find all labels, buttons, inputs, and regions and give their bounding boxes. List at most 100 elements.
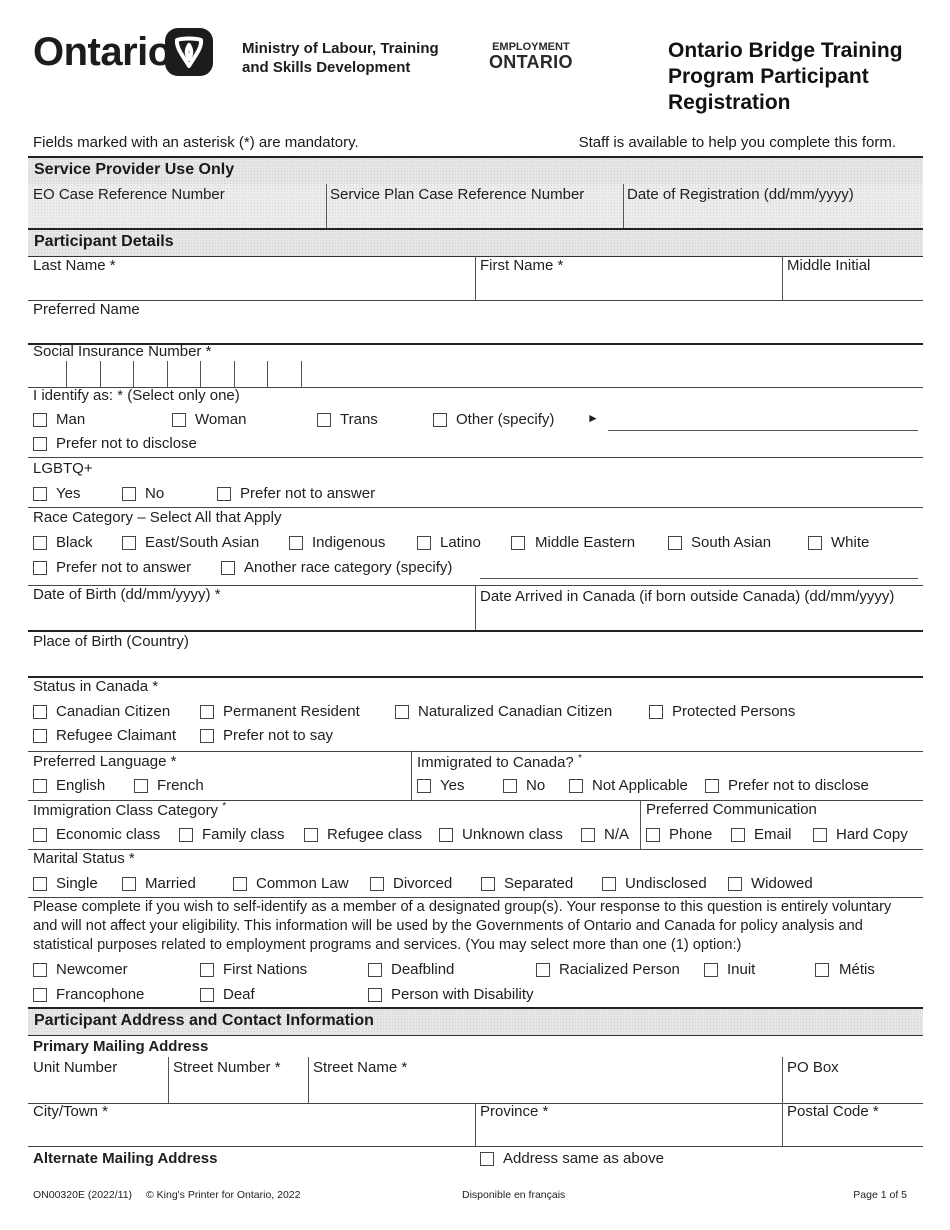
lgbtq-no-checkbox[interactable] (122, 487, 136, 501)
street-name-field[interactable]: Street Name * (308, 1057, 782, 1103)
marital-separated-checkbox[interactable] (481, 877, 495, 891)
marital-status-label: Marital Status * (33, 850, 135, 867)
title-line-3: Registration (668, 91, 791, 114)
status-prefer-not-checkbox[interactable] (200, 729, 214, 743)
marital-undisclosed-checkbox[interactable] (602, 877, 616, 891)
field-label: Last Name * (33, 257, 116, 274)
status-naturalized-checkbox[interactable] (395, 705, 409, 719)
preferred-name-field[interactable]: Preferred Name (28, 300, 923, 343)
identify-man-checkbox[interactable] (33, 413, 47, 427)
checkbox-label: Prefer not to answer (240, 485, 376, 502)
race-latino-checkbox[interactable] (417, 536, 431, 550)
lgbtq-label: LGBTQ+ (33, 460, 93, 477)
marital-widowed-checkbox[interactable] (728, 877, 742, 891)
language-french-checkbox[interactable] (134, 779, 148, 793)
sin-field[interactable]: Social Insurance Number * (28, 343, 923, 387)
checkbox-label: Trans (340, 411, 378, 428)
checkbox-label: Man (56, 411, 86, 428)
first-name-field[interactable]: First Name * (475, 256, 782, 300)
place-of-birth-field[interactable]: Place of Birth (Country) (28, 630, 923, 676)
group-disability-checkbox[interactable] (368, 988, 382, 1002)
checkbox-label: Inuit (727, 961, 756, 978)
checkbox-label: Black (56, 534, 93, 551)
checkbox-label: Person with Disability (391, 986, 534, 1003)
lgbtq-prefer-not-checkbox[interactable] (217, 487, 231, 501)
class-refugee-checkbox[interactable] (304, 828, 318, 842)
class-economic-checkbox[interactable] (33, 828, 47, 842)
identify-trans-checkbox[interactable] (317, 413, 331, 427)
race-east-south-asian-checkbox[interactable] (122, 536, 136, 550)
field-label: City/Town * (33, 1103, 109, 1120)
communication-email-checkbox[interactable] (731, 828, 745, 842)
city-town-field[interactable]: City/Town * (28, 1103, 475, 1146)
class-na-checkbox[interactable] (581, 828, 595, 842)
identify-woman-checkbox[interactable] (172, 413, 186, 427)
marital-common-law-checkbox[interactable] (233, 877, 247, 891)
address-same-as-above-checkbox[interactable] (480, 1152, 494, 1166)
mandatory-note: Fields marked with an asterisk (*) are m… (33, 134, 359, 151)
immigrated-not-applicable-checkbox[interactable] (569, 779, 583, 793)
checkbox-label: Refugee class (327, 826, 423, 843)
checkbox-label: N/A (604, 826, 630, 843)
alternate-mailing-address-heading: Alternate Mailing Address (33, 1150, 218, 1167)
group-deaf-checkbox[interactable] (200, 988, 214, 1002)
eo-case-reference-field[interactable]: EO Case Reference Number (28, 184, 326, 228)
unit-number-field[interactable]: Unit Number (28, 1057, 168, 1103)
group-inuit-checkbox[interactable] (704, 963, 718, 977)
race-black-checkbox[interactable] (33, 536, 47, 550)
status-permanent-resident-checkbox[interactable] (200, 705, 214, 719)
immigrated-no-checkbox[interactable] (503, 779, 517, 793)
sin-digit-divider (167, 361, 168, 387)
group-newcomer-checkbox[interactable] (33, 963, 47, 977)
postal-code-field[interactable]: Postal Code * (782, 1103, 923, 1146)
marital-single-checkbox[interactable] (33, 877, 47, 891)
race-middle-eastern-checkbox[interactable] (511, 536, 525, 550)
checkbox-label: First Nations (223, 961, 308, 978)
race-indigenous-checkbox[interactable] (289, 536, 303, 550)
group-first-nations-checkbox[interactable] (200, 963, 214, 977)
checkbox-label: Latino (440, 534, 481, 551)
checkbox-label: Middle Eastern (535, 534, 636, 551)
group-racialized-checkbox[interactable] (536, 963, 550, 977)
marital-married-checkbox[interactable] (122, 877, 136, 891)
last-name-field[interactable]: Last Name * (28, 256, 475, 300)
race-prefer-not-checkbox[interactable] (33, 561, 47, 575)
class-unknown-checkbox[interactable] (439, 828, 453, 842)
marital-divorced-checkbox[interactable] (370, 877, 384, 891)
identify-other-specify-input[interactable] (608, 430, 918, 431)
date-of-birth-field[interactable]: Date of Birth (dd/mm/yyyy) * (28, 585, 475, 630)
immigrated-yes-checkbox[interactable] (417, 779, 431, 793)
communication-phone-checkbox[interactable] (646, 828, 660, 842)
group-francophone-checkbox[interactable] (33, 988, 47, 1002)
checkbox-label: Undisclosed (625, 875, 707, 892)
status-refugee-claimant-checkbox[interactable] (33, 729, 47, 743)
middle-initial-field[interactable]: Middle Initial (782, 256, 923, 300)
field-label: EO Case Reference Number (33, 186, 225, 203)
sin-digit-divider (234, 361, 235, 387)
date-of-registration-field[interactable]: Date of Registration (dd/mm/yyyy) (623, 184, 923, 228)
required-asterisk: * (222, 801, 227, 812)
group-metis-checkbox[interactable] (815, 963, 829, 977)
race-another-specify-input[interactable] (480, 578, 918, 579)
group-deafblind-checkbox[interactable] (368, 963, 382, 977)
race-south-asian-checkbox[interactable] (668, 536, 682, 550)
checkbox-label: Prefer not to say (223, 727, 334, 744)
communication-hard-copy-checkbox[interactable] (813, 828, 827, 842)
checkbox-label: Widowed (751, 875, 813, 892)
race-white-checkbox[interactable] (808, 536, 822, 550)
status-canadian-citizen-checkbox[interactable] (33, 705, 47, 719)
identify-prefer-not-checkbox[interactable] (33, 437, 47, 451)
province-field[interactable]: Province * (475, 1103, 782, 1146)
date-arrived-field[interactable]: Date Arrived in Canada (if born outside … (475, 585, 923, 630)
immigrated-prefer-not-checkbox[interactable] (705, 779, 719, 793)
race-another-checkbox[interactable] (221, 561, 235, 575)
service-plan-case-reference-field[interactable]: Service Plan Case Reference Number (326, 184, 623, 228)
street-number-field[interactable]: Street Number * (168, 1057, 308, 1103)
identify-as-label: I identify as: * (Select only one) (33, 387, 240, 404)
po-box-field[interactable]: PO Box (782, 1057, 923, 1103)
status-protected-persons-checkbox[interactable] (649, 705, 663, 719)
language-english-checkbox[interactable] (33, 779, 47, 793)
class-family-checkbox[interactable] (179, 828, 193, 842)
lgbtq-yes-checkbox[interactable] (33, 487, 47, 501)
identify-other-checkbox[interactable] (433, 413, 447, 427)
